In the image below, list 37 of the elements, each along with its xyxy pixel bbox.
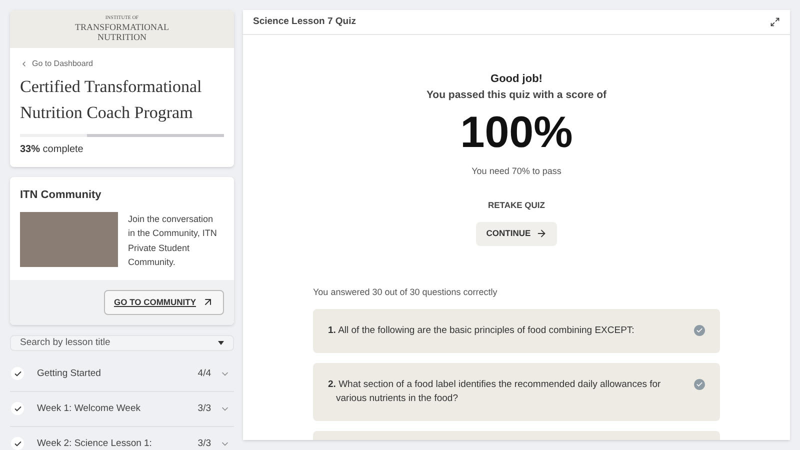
result-heading: Good job! — [490, 72, 542, 87]
lesson-search-dropdown[interactable]: Search by lesson title — [10, 334, 234, 351]
quiz-summary: You answered 30 out of 30 questions correctly — [313, 286, 498, 299]
lesson-row[interactable]: Week 2: Science Lesson 1: 3/3 — [10, 426, 234, 450]
result-subheading: You passed this quiz with a score of — [426, 88, 607, 102]
logo-text: TRANSFORMATIONAL — [74, 22, 169, 32]
course-title: Certified Transformational Nutrition Coach Program — [20, 76, 203, 124]
lesson-count: 4/4 — [198, 366, 211, 381]
arrow-right-icon — [536, 228, 547, 239]
lesson-count: 3/3 — [198, 436, 211, 450]
retake-quiz-button[interactable]: RETAKE QUIZ — [488, 198, 545, 212]
external-link-icon — [202, 296, 214, 308]
logo-text: NUTRITION — [98, 32, 146, 42]
lesson-count: 3/3 — [198, 402, 211, 416]
pass-requirement: You need 70% to pass — [472, 165, 562, 178]
lesson-title: Week 1: Welcome Week — [37, 402, 142, 416]
community-description: Join the conversation in the Community, ITN Private Student Community. — [128, 212, 218, 269]
score-value: 100% — [460, 107, 573, 160]
continue-button[interactable]: CONTINUE — [476, 222, 557, 246]
question-card[interactable]: 2. What section of a food label identifies the recommended daily allowances for various nutrients in the food? — [313, 363, 720, 421]
lesson-title: Getting Started — [37, 366, 102, 381]
lesson-title: Week 2: Science Lesson 1: — [37, 436, 153, 450]
question-card[interactable]: 1. All of the following are the basic principles of food combining EXCEPT: — [313, 309, 720, 353]
progress-percent: 33% — [20, 144, 40, 155]
chevron-left-icon — [20, 60, 28, 68]
dropdown-caret-icon — [218, 340, 224, 345]
back-link[interactable]: Go to Dashboard — [20, 58, 224, 70]
question-text: 2. What section of a food label identifies the recommended daily allowances for various nutrients in the food? — [328, 378, 662, 406]
community-title: ITN Community — [20, 188, 102, 203]
quiz-title: Science Lesson 7 Quiz — [253, 14, 356, 29]
lesson-row[interactable]: Week 1: Welcome Week 3/3 — [10, 392, 234, 427]
lesson-row[interactable]: Getting Started 4/4 — [10, 356, 234, 392]
go-to-community-button[interactable]: GO TO COMMUNITY — [104, 290, 224, 314]
question-text: 1. All of the following are the basic principles of food combining EXCEPT: — [328, 324, 636, 338]
progress-label: complete — [42, 144, 84, 155]
expand-icon[interactable] — [770, 17, 780, 27]
search-placeholder: Search by lesson title — [20, 336, 110, 350]
